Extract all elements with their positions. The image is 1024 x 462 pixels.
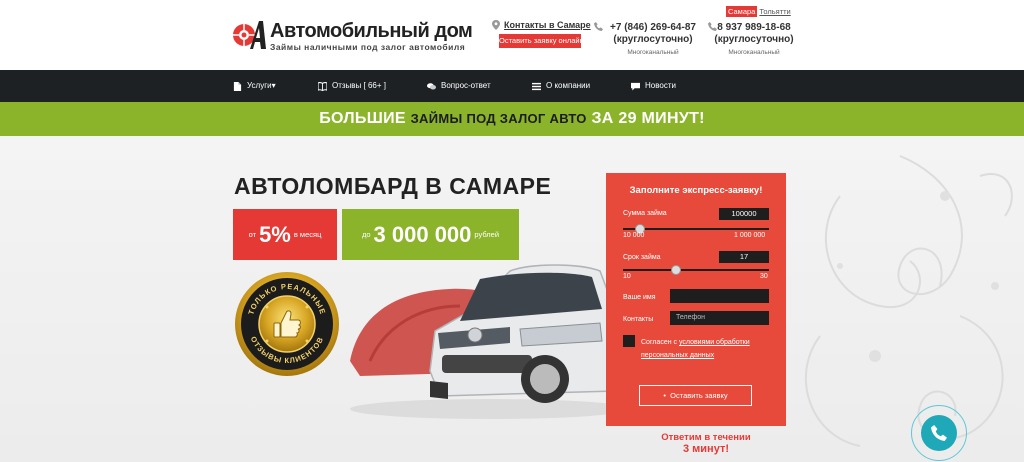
submit-dot-icon: • <box>663 391 666 400</box>
nav-item-news[interactable]: Новости <box>631 70 676 102</box>
banner-word: БОЛЬШИЕ <box>319 110 406 127</box>
contacts-link[interactable]: Контакты в Самаре <box>504 20 591 30</box>
phone-number[interactable]: +7 (846) 269-64-87 <box>610 22 696 34</box>
sum-label: Сумма займа <box>623 210 667 217</box>
logo[interactable]: Автомобильный дом Займы наличными под за… <box>232 20 473 52</box>
consent-text: Согласен с условиями обработки персональ… <box>641 336 781 362</box>
book-icon <box>318 81 327 91</box>
nav-item-about[interactable]: О компании <box>532 70 590 102</box>
phone-type: Многоканальный <box>728 49 780 56</box>
answer-line-1: Ответим в течении <box>661 432 751 443</box>
logo-title: Автомобильный дом <box>270 20 473 42</box>
submit-request-button[interactable]: • Оставить заявку <box>639 385 752 406</box>
sum-value-field[interactable]: 100000 <box>719 208 769 220</box>
term-slider[interactable] <box>623 265 769 275</box>
logo-wheel-icon <box>233 21 266 49</box>
site-header: Автомобильный дом Займы наличными под за… <box>0 0 1024 70</box>
term-value-field[interactable]: 17 <box>719 251 769 263</box>
city-switcher: Самара Тольятти <box>726 6 791 17</box>
logo-subtitle: Займы наличными под залог автомобиля <box>270 42 466 52</box>
nav-label: О компании <box>546 81 591 90</box>
promo-banner: БОЛЬШИЕ ЗАЙМЫ ПОД ЗАЛОГ АВТО ЗА 29 МИНУТ… <box>0 102 1024 136</box>
contacts-label: Контакты <box>623 316 654 323</box>
name-input[interactable] <box>670 289 769 303</box>
banner-word: ЗАЙМЫ ПОД ЗАЛОГ АВТО <box>410 111 587 126</box>
real-reviews-seal[interactable]: ТОЛЬКО РЕАЛЬНЫЕ ОТЗЫВЫ КЛИЕНТОВ <box>234 271 340 377</box>
phone-number[interactable]: 8 937 989-18-68 <box>714 22 794 34</box>
sum-max: 1 000 000 <box>734 232 766 239</box>
hero-title: АВТОЛОМБАРД В САМАРЕ <box>234 173 552 199</box>
express-request-form: Заполните экспресс-заявку! Сумма займа 1… <box>606 173 786 426</box>
callback-button[interactable] <box>911 405 967 461</box>
list-icon <box>532 82 541 90</box>
phone-icon <box>931 425 947 441</box>
document-icon <box>233 81 242 91</box>
term-slider-handle[interactable] <box>671 265 681 275</box>
phone-block-2: 8 937 989-18-68 (круглосуточно) Многокан… <box>714 22 794 56</box>
name-label: Ваше имя <box>623 294 656 301</box>
chat-icon <box>427 82 436 89</box>
amount-suffix: рублей <box>474 230 500 239</box>
hero-section: АВТОЛОМБАРД В САМАРЕ от 5% в месяц до 3 … <box>0 136 1024 462</box>
phone-input[interactable]: Телефон <box>670 311 769 325</box>
term-max: 30 <box>760 273 768 280</box>
request-online-button[interactable]: Оставить заявку онлайн <box>499 34 584 48</box>
nav-label: Вопрос-ответ <box>441 81 491 90</box>
term-label: Срок займа <box>623 254 661 261</box>
nav-label: Отзывы [ 66+ ] <box>332 81 386 90</box>
floral-ornament <box>804 155 1013 447</box>
sum-min: 10 000 <box>623 232 645 239</box>
rate-suffix: в месяц <box>293 230 322 239</box>
nav-label: Услуги▾ <box>247 81 276 90</box>
car-image <box>350 264 630 419</box>
rate-value: 5% <box>259 221 291 247</box>
answer-promise: Ответим в течении 3 минут! <box>606 432 806 455</box>
answer-line-2: 3 минут! <box>682 443 730 455</box>
amount-prefix: до <box>361 230 371 239</box>
rate-prefix: от <box>248 230 257 239</box>
sum-slider[interactable] <box>623 224 769 234</box>
city-tab-samara[interactable]: Самара <box>726 6 758 17</box>
form-title: Заполните экспресс-заявку! <box>629 185 763 196</box>
nav-item-faq[interactable]: Вопрос-ответ <box>427 70 491 102</box>
consent-checkbox[interactable] <box>623 335 635 347</box>
submit-label: Оставить заявку <box>670 391 728 400</box>
phone-icon <box>594 22 603 31</box>
rate-badge: от 5% в месяц <box>233 209 337 260</box>
amount-value: 3 000 000 <box>373 221 472 247</box>
phone-block-1: +7 (846) 269-64-87 (круглосуточно) Много… <box>610 22 696 56</box>
banner-word: ЗА 29 МИНУТ! <box>591 110 705 127</box>
comment-icon <box>631 82 640 91</box>
phone-type: Многоканальный <box>627 49 679 56</box>
term-min: 10 <box>623 273 631 280</box>
map-pin-icon <box>492 20 500 30</box>
city-tab-tolyatti[interactable]: Тольятти <box>759 7 790 16</box>
main-nav: Услуги▾ Отзывы [ 66+ ] Вопрос-ответ О ко… <box>0 70 1024 102</box>
phone-hours: (круглосуточно) <box>714 34 794 45</box>
nav-item-reviews[interactable]: Отзывы [ 66+ ] <box>318 70 386 102</box>
phone-hours: (круглосуточно) <box>613 34 693 45</box>
nav-label: Новости <box>645 81 676 90</box>
consent-prefix: Согласен с <box>641 339 678 346</box>
nav-item-services[interactable]: Услуги▾ <box>233 70 276 102</box>
